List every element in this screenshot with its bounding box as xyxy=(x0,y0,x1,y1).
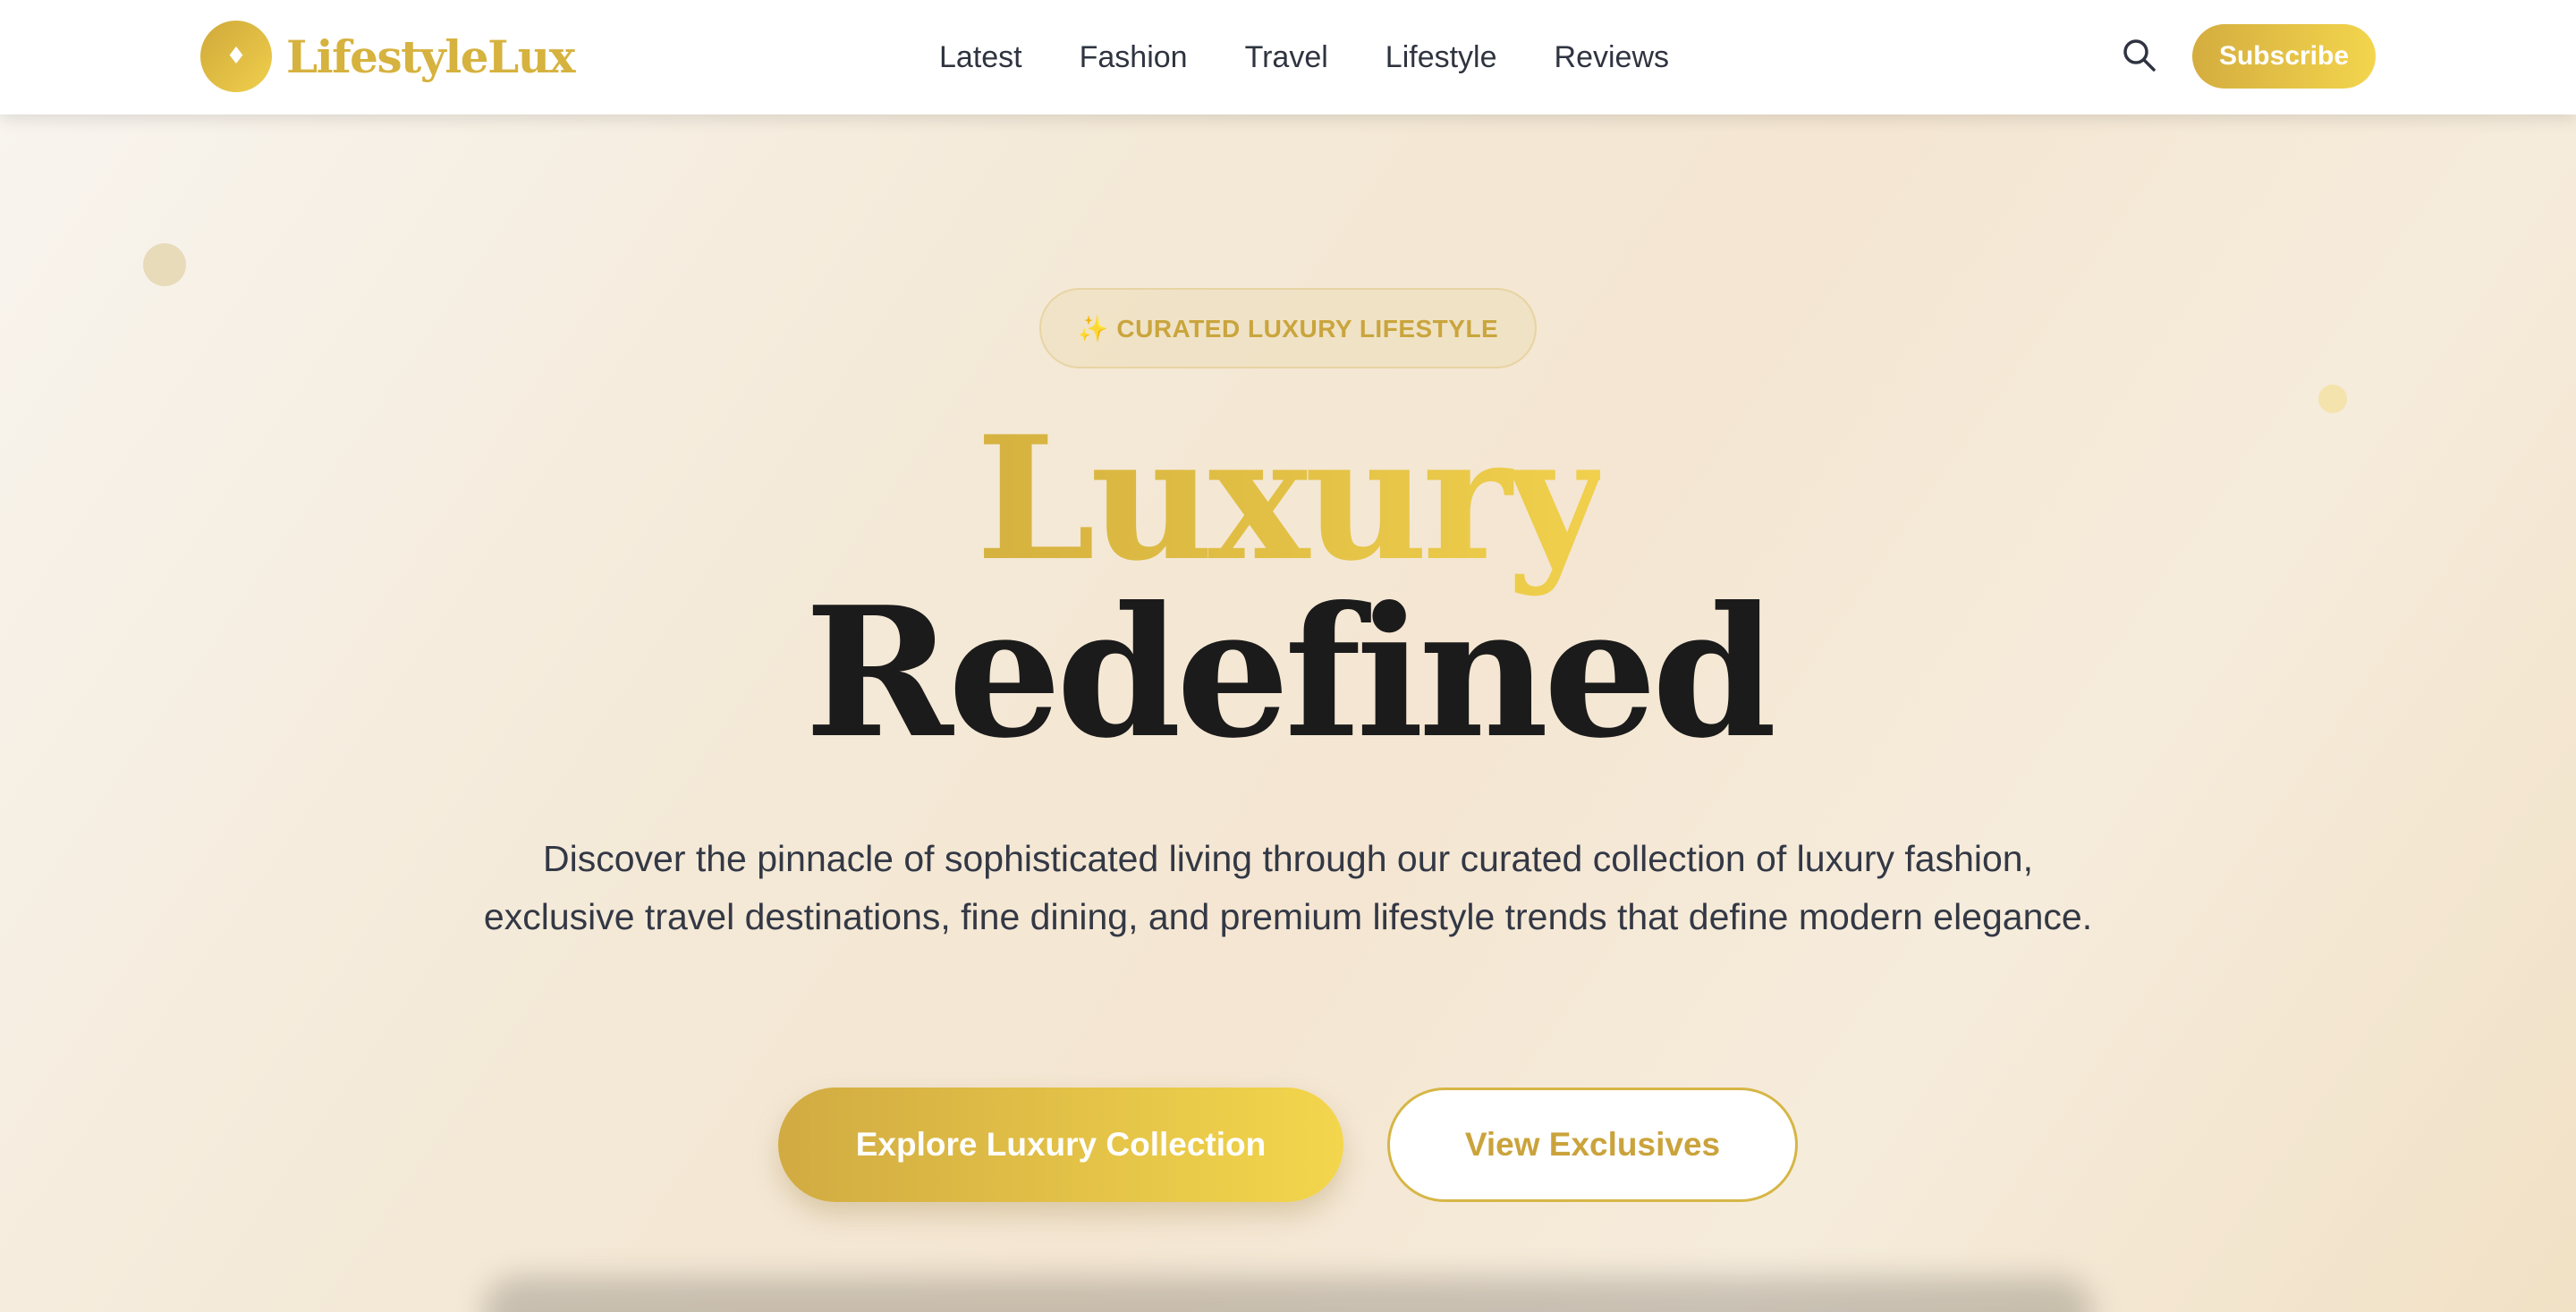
brand-logo[interactable]: ♦ LifestyleLux xyxy=(200,20,575,93)
hero-section: ✨ CURATED LUXURY LIFESTYLE Luxury Redefi… xyxy=(0,114,2576,1312)
nav-item-lifestyle[interactable]: Lifestyle xyxy=(1385,40,1497,75)
main-nav: Latest Fashion Travel Lifestyle Reviews xyxy=(939,0,1669,114)
content-preview-shadow xyxy=(483,1277,2093,1312)
hero-badge: ✨ CURATED LUXURY LIFESTYLE xyxy=(1039,288,1537,368)
hero-title-line1: Luxury xyxy=(0,410,2576,588)
brand-name: LifestyleLux xyxy=(286,30,575,83)
decorative-dot xyxy=(143,243,186,286)
nav-item-reviews[interactable]: Reviews xyxy=(1555,40,1669,75)
hero-description: Discover the pinnacle of sophisticated l… xyxy=(483,838,2093,937)
search-icon[interactable] xyxy=(2120,36,2159,75)
hero-title-line2: Redefined xyxy=(804,568,1776,778)
diamond-icon: ♦ xyxy=(200,21,272,92)
nav-item-travel[interactable]: Travel xyxy=(1245,40,1328,75)
nav-item-fashion[interactable]: Fashion xyxy=(1080,40,1188,75)
site-header: ♦ LifestyleLux Latest Fashion Travel Lif… xyxy=(0,0,2576,114)
view-exclusives-button[interactable]: View Exclusives xyxy=(1387,1088,1798,1202)
nav-item-latest[interactable]: Latest xyxy=(939,40,1022,75)
subscribe-button[interactable]: Subscribe xyxy=(2192,24,2376,89)
explore-collection-button[interactable]: Explore Luxury Collection xyxy=(778,1088,1343,1202)
